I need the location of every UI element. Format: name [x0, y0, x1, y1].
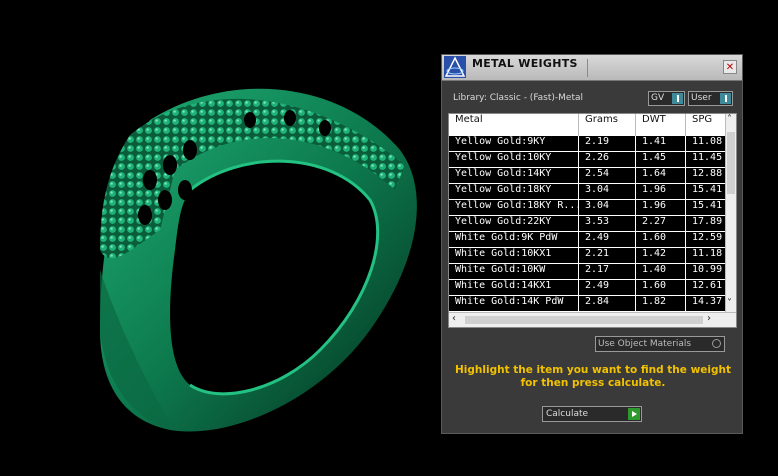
app-logo-icon [444, 56, 466, 78]
panel-titlebar[interactable]: METAL WEIGHTS ✕ [442, 55, 742, 81]
cell-metal: White Gold:14KX1 [449, 280, 579, 295]
scroll-left-icon[interactable]: ‹ [452, 313, 456, 324]
cell-grams: 2.49 [579, 280, 636, 295]
gv-toggle-label: GV [651, 93, 665, 103]
header-grams[interactable]: Grams [579, 114, 636, 136]
table-row[interactable]: Yellow Gold:9KY 2.19 1.41 11.08 [449, 136, 736, 152]
table-row[interactable]: Yellow Gold:18KY 3.04 1.96 15.41 [449, 184, 736, 200]
gv-toggle[interactable]: GV [648, 91, 685, 106]
library-label: Library: Classic - (Fast)-Metal [453, 93, 584, 103]
user-toggle[interactable]: User [688, 91, 733, 106]
table-row[interactable]: White Gold:10KW 2.17 1.40 10.99 [449, 264, 736, 280]
calculate-label: Calculate [546, 409, 589, 419]
cell-dwt: 1.45 [636, 152, 686, 167]
table-row[interactable]: Yellow Gold:10KY 2.26 1.45 11.45 [449, 152, 736, 168]
cell-metal: Yellow Gold:10KY [449, 152, 579, 167]
table-row[interactable]: Yellow Gold:22KY 3.53 2.27 17.89 [449, 216, 736, 232]
titlebar-divider [587, 59, 588, 77]
table-row[interactable]: Yellow Gold:18KY R... 3.04 1.96 15.41 [449, 200, 736, 216]
metal-table[interactable]: Metal Grams DWT SPG Yellow Gold:9KY 2.19 1… [448, 113, 737, 328]
cell-metal: White Gold:10KW [449, 264, 579, 279]
vertical-scroll-thumb[interactable] [727, 132, 735, 194]
cell-grams: 3.04 [579, 184, 636, 199]
cell-metal: Yellow Gold:22KY [449, 216, 579, 231]
cell-metal: White Gold:9K PdW [449, 232, 579, 247]
cell-dwt: 1.96 [636, 200, 686, 215]
scroll-right-icon[interactable]: › [707, 313, 711, 324]
cell-dwt: 2.27 [636, 216, 686, 231]
panel-title: METAL WEIGHTS [472, 57, 578, 70]
use-object-materials-toggle[interactable]: Use Object Materials [595, 336, 725, 352]
horizontal-scrollbar[interactable]: ‹ › [449, 312, 736, 327]
cell-grams: 3.53 [579, 216, 636, 231]
table-row[interactable]: White Gold:9K PdW 2.49 1.60 12.59 [449, 232, 736, 248]
header-metal[interactable]: Metal [449, 114, 579, 136]
cell-grams: 2.84 [579, 296, 636, 311]
toggle-indicator-icon [720, 93, 731, 104]
play-arrow-icon [628, 408, 640, 420]
metal-weights-panel: METAL WEIGHTS ✕ Library: Classic - (Fast… [441, 54, 743, 434]
3d-viewport[interactable] [0, 0, 440, 472]
cell-dwt: 1.96 [636, 184, 686, 199]
header-dwt[interactable]: DWT [636, 114, 686, 136]
cell-dwt: 1.40 [636, 264, 686, 279]
scroll-up-icon[interactable]: ˄ [727, 114, 732, 125]
cell-dwt: 1.60 [636, 280, 686, 295]
ring-model [100, 88, 417, 432]
hint-text: Highlight the item you want to find the … [455, 364, 731, 389]
cell-grams: 2.21 [579, 248, 636, 263]
cell-dwt: 1.60 [636, 232, 686, 247]
cell-grams: 2.17 [579, 264, 636, 279]
scroll-down-icon[interactable]: ˅ [727, 298, 732, 309]
cell-grams: 2.54 [579, 168, 636, 183]
cell-metal: White Gold:14K PdW [449, 296, 579, 311]
cell-dwt: 1.64 [636, 168, 686, 183]
cell-dwt: 1.41 [636, 136, 686, 151]
cell-metal: Yellow Gold:14KY [449, 168, 579, 183]
table-row[interactable]: White Gold:14K PdW 2.84 1.82 14.37 [449, 296, 736, 312]
cell-grams: 2.49 [579, 232, 636, 247]
cell-grams: 3.04 [579, 200, 636, 215]
cell-grams: 2.26 [579, 152, 636, 167]
cell-grams: 2.19 [579, 136, 636, 151]
table-row[interactable]: Yellow Gold:14KY 2.54 1.64 12.88 [449, 168, 736, 184]
cell-dwt: 1.82 [636, 296, 686, 311]
table-header: Metal Grams DWT SPG [449, 114, 736, 137]
close-button[interactable]: ✕ [723, 60, 737, 74]
cell-metal: Yellow Gold:18KY R... [449, 200, 579, 215]
horizontal-scroll-thumb[interactable] [465, 316, 703, 324]
radio-icon [712, 339, 721, 348]
cell-dwt: 1.42 [636, 248, 686, 263]
vertical-scrollbar[interactable]: ˄ ˅ [725, 114, 736, 312]
calculate-button[interactable]: Calculate [542, 406, 642, 422]
cell-metal: Yellow Gold:9KY [449, 136, 579, 151]
cell-metal: White Gold:10KX1 [449, 248, 579, 263]
use-object-materials-label: Use Object Materials [598, 339, 692, 349]
user-toggle-label: User [691, 93, 712, 103]
toggle-indicator-icon [672, 93, 683, 104]
table-row[interactable]: White Gold:10KX1 2.21 1.42 11.18 [449, 248, 736, 264]
table-row[interactable]: White Gold:14KX1 2.49 1.60 12.61 [449, 280, 736, 296]
cell-metal: Yellow Gold:18KY [449, 184, 579, 199]
